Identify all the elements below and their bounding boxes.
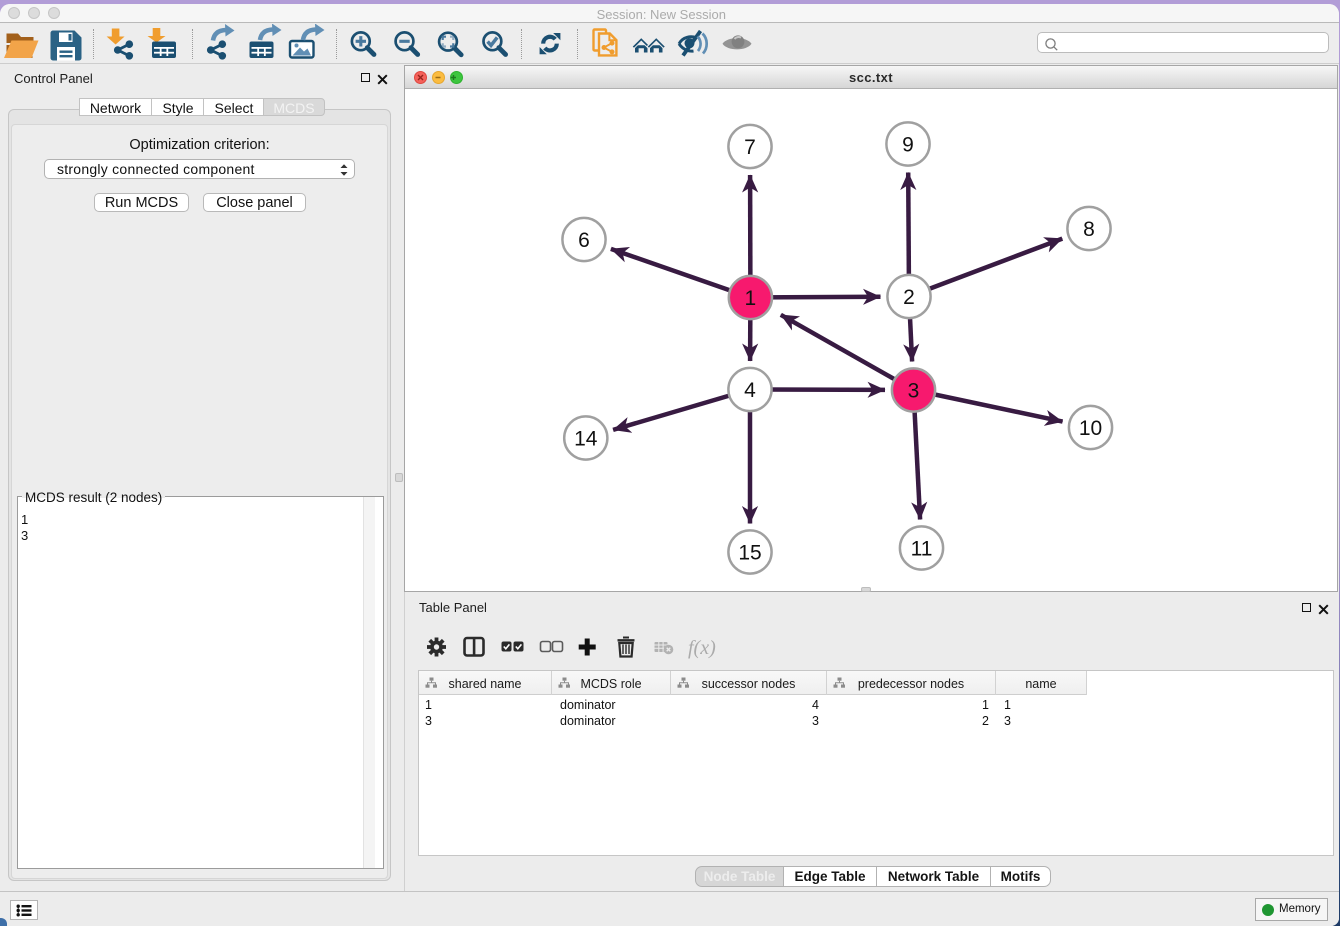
svg-text:9: 9 — [902, 133, 914, 156]
svg-text:8: 8 — [1083, 218, 1095, 241]
svg-text:f(x): f(x) — [688, 637, 716, 659]
svg-text:2: 2 — [903, 286, 915, 309]
svg-text:14: 14 — [574, 427, 598, 450]
svg-text:10: 10 — [1079, 417, 1102, 440]
svg-text:1: 1 — [745, 287, 757, 310]
svg-text:4: 4 — [744, 379, 756, 402]
svg-text:3: 3 — [908, 379, 920, 402]
svg-text:11: 11 — [911, 537, 933, 560]
svg-text:15: 15 — [738, 541, 761, 564]
svg-text:6: 6 — [578, 229, 590, 252]
svg-text:7: 7 — [744, 136, 756, 159]
